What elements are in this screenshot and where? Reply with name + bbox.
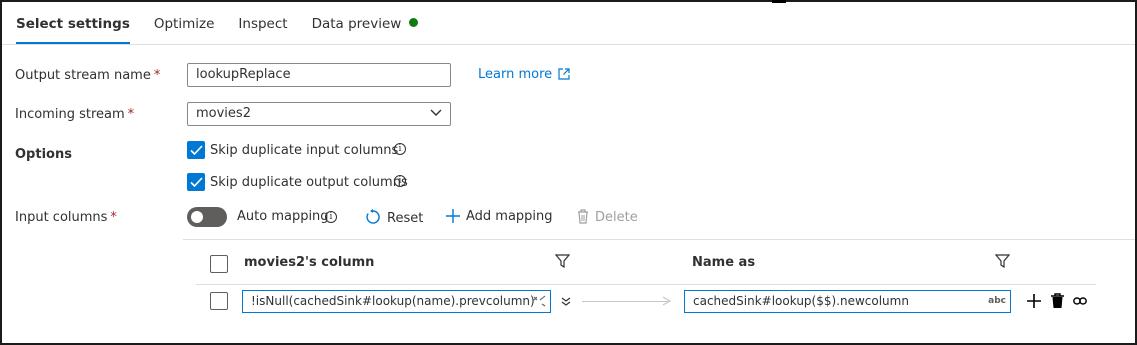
required-marker: *: [110, 210, 117, 225]
options-label: Options: [15, 147, 72, 162]
learn-more-link[interactable]: Learn more: [478, 67, 570, 82]
tab-inspect[interactable]: Inspect: [238, 16, 287, 44]
filter-icon[interactable]: [995, 254, 1010, 269]
double-chevron-down-icon[interactable]: [561, 297, 571, 307]
arrow-right-icon: [662, 296, 672, 306]
filter-icon[interactable]: [555, 254, 570, 269]
checkmark-icon: [190, 177, 203, 188]
link-icon[interactable]: [1073, 296, 1087, 306]
delete-label: Delete: [595, 210, 638, 225]
input-columns-label: Input columns *: [15, 210, 117, 225]
tab-label: Inspect: [238, 16, 288, 32]
add-mapping-button[interactable]: Add mapping: [446, 209, 553, 224]
skip-output-checkbox[interactable]: [187, 173, 205, 191]
info-icon[interactable]: i: [394, 175, 406, 187]
required-marker: *: [127, 107, 135, 122]
delete-button[interactable]: Delete: [577, 209, 638, 225]
expression-builder-icon[interactable]: [533, 295, 546, 307]
incoming-stream-select[interactable]: movies2: [187, 102, 451, 126]
trash-icon: [578, 209, 588, 224]
add-row-icon[interactable]: [1027, 294, 1041, 308]
reset-icon: [366, 209, 380, 224]
learn-more-label: Learn more: [478, 67, 553, 82]
target-column-header: Name as: [692, 255, 756, 270]
chevron-down-icon: [430, 109, 442, 116]
output-stream-label: Output stream name *: [15, 68, 161, 83]
required-marker: *: [153, 68, 161, 83]
name-as-input[interactable]: cachedSink#lookup($$).newcolumn abc: [684, 290, 1011, 313]
status-dot: [409, 18, 419, 27]
mapping-arrow-line: [582, 301, 668, 302]
tab-optimize[interactable]: Optimize: [154, 16, 215, 44]
auto-mapping-toggle[interactable]: [187, 207, 227, 227]
incoming-stream-value: movies2: [196, 106, 251, 121]
top-edge-marker: [772, 0, 786, 3]
header-divider: [196, 284, 1096, 285]
info-icon[interactable]: i: [394, 143, 406, 155]
reset-label: Reset: [387, 211, 424, 226]
grid-top-divider: [183, 239, 1135, 240]
type-badge: abc: [988, 296, 1006, 306]
row-checkbox[interactable]: [210, 292, 228, 310]
external-link-icon: [558, 68, 570, 80]
tab-divider: [2, 44, 1135, 45]
source-column-header: movies2's column: [244, 255, 375, 270]
tab-label: Optimize: [153, 16, 215, 32]
tab-label: Select settings: [16, 16, 130, 32]
select-all-checkbox[interactable]: [210, 255, 228, 273]
skip-output-label: Skip duplicate output columns: [210, 175, 408, 190]
add-mapping-label: Add mapping: [466, 209, 553, 224]
auto-mapping-label: Auto mapping: [237, 209, 329, 224]
incoming-stream-label: Incoming stream *: [15, 107, 135, 122]
skip-input-checkbox[interactable]: [187, 141, 205, 159]
source-expression-input[interactable]: !isNull(cachedSink#lookup(name).prevcolu…: [242, 290, 551, 313]
tab-select-settings[interactable]: Select settings: [16, 16, 130, 44]
expression-text: !isNull(cachedSink#lookup(name).prevcolu…: [251, 294, 535, 308]
name-as-text: cachedSink#lookup($$).newcolumn: [693, 294, 909, 308]
tab-label: Data preview: [311, 16, 402, 32]
checkmark-icon: [190, 145, 203, 156]
info-icon[interactable]: i: [325, 211, 337, 223]
reset-button[interactable]: Reset: [365, 209, 423, 226]
plus-icon: [446, 209, 460, 223]
output-stream-input[interactable]: lookupReplace: [187, 63, 451, 87]
toggle-knob: [191, 211, 203, 223]
tab-data-preview[interactable]: Data preview: [312, 16, 419, 44]
skip-input-label: Skip duplicate input columns: [210, 143, 399, 158]
trash-icon[interactable]: [1051, 293, 1064, 309]
tab-bar: Select settings Optimize Inspect Data pr…: [16, 16, 442, 44]
